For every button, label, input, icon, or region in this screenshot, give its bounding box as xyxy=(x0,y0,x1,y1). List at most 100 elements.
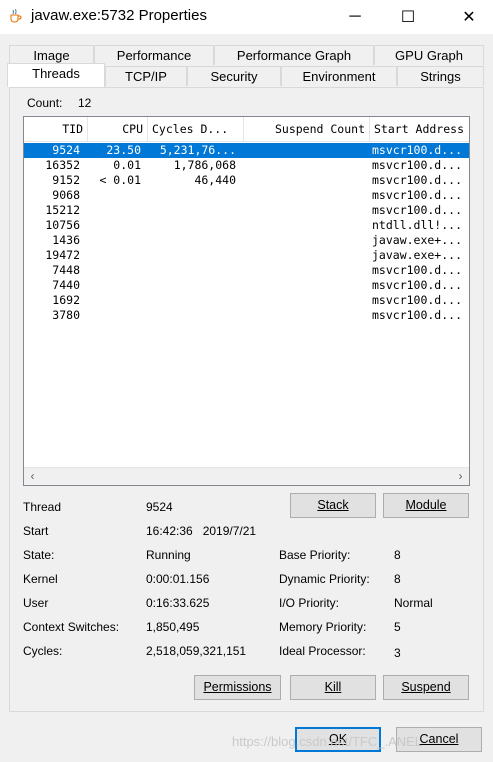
tab-strings[interactable]: Strings xyxy=(397,66,484,86)
state-label: State: xyxy=(23,548,55,562)
cell-cycles: 46,440 xyxy=(194,173,236,187)
cell-start-address: msvcr100.d... xyxy=(372,158,463,172)
cell-tid: 3780 xyxy=(52,308,80,322)
title-bar: javaw.exe:5732 Properties ─ ☐ ✕ xyxy=(0,0,493,34)
cell-tid: 19472 xyxy=(45,248,80,262)
cell-start-address: msvcr100.d... xyxy=(372,308,463,322)
tab-environment[interactable]: Environment xyxy=(281,66,397,86)
cell-cpu: 23.50 xyxy=(106,143,141,157)
column-header-start-address[interactable]: Start Address xyxy=(370,117,469,141)
java-cup-icon xyxy=(10,8,22,23)
table-row[interactable]: 16352 0.01 1,786,068 msvcr100.d... xyxy=(24,158,469,173)
table-row[interactable]: 9152 < 0.01 46,440 msvcr100.d... xyxy=(24,173,469,188)
table-row[interactable]: 7448 msvcr100.d... xyxy=(24,263,469,278)
cell-tid: 16352 xyxy=(45,158,80,172)
state-value: Running xyxy=(146,548,191,562)
cell-tid: 1692 xyxy=(52,293,80,307)
minimize-button[interactable]: ─ xyxy=(332,0,378,34)
module-button[interactable]: Module xyxy=(383,493,469,518)
tab-performance[interactable]: Performance xyxy=(94,45,214,65)
cell-tid: 9524 xyxy=(52,143,80,157)
dynamic-priority-value: 8 xyxy=(394,572,401,586)
cell-cpu: < 0.01 xyxy=(99,173,141,187)
kill-button-label: Kill xyxy=(324,680,342,694)
count-label: Count: xyxy=(27,96,63,110)
memory-priority-label: Memory Priority: xyxy=(279,620,367,634)
suspend-button[interactable]: Suspend xyxy=(383,675,469,700)
cell-tid: 10756 xyxy=(45,218,80,232)
list-header: TID ﹀ CPU Cycles D... Suspend Count Star… xyxy=(24,117,469,142)
cell-tid: 9152 xyxy=(52,173,80,187)
cell-tid: 7440 xyxy=(52,278,80,292)
ideal-processor-value: 3 xyxy=(394,646,401,660)
scroll-left-icon[interactable]: ‹ xyxy=(24,468,41,485)
cell-tid: 15212 xyxy=(45,203,80,217)
dynamic-priority-label: Dynamic Priority: xyxy=(279,572,370,586)
table-row[interactable]: 1692 msvcr100.d... xyxy=(24,293,469,308)
cell-start-address: msvcr100.d... xyxy=(372,278,463,292)
start-label: Start xyxy=(23,524,49,538)
table-row[interactable]: 19472 javaw.exe+... xyxy=(24,248,469,263)
suspend-button-label: Suspend xyxy=(401,680,451,694)
cycles-value: 2,518,059,321,151 xyxy=(146,644,247,658)
table-row[interactable]: 9524 23.50 5,231,76... msvcr100.d... xyxy=(24,143,469,158)
cell-start-address: msvcr100.d... xyxy=(372,263,463,277)
cell-start-address: ntdll.dll!... xyxy=(372,218,463,232)
ideal-processor-label: Ideal Processor: xyxy=(279,644,366,658)
tab-tcp-ip[interactable]: TCP/IP xyxy=(105,66,187,86)
memory-priority-value: 5 xyxy=(394,620,401,634)
cell-cycles: 1,786,068 xyxy=(173,158,236,172)
tab-gpu-graph[interactable]: GPU Graph xyxy=(374,45,484,65)
column-header-cpu-label: CPU xyxy=(122,122,143,136)
table-row[interactable]: 3780 msvcr100.d... xyxy=(24,308,469,323)
column-header-cycles[interactable]: Cycles D... xyxy=(148,117,244,141)
table-row[interactable]: 9068 msvcr100.d... xyxy=(24,188,469,203)
thread-value: 9524 xyxy=(146,500,173,514)
thread-list[interactable]: TID ﹀ CPU Cycles D... Suspend Count Star… xyxy=(23,116,470,486)
column-header-tid[interactable]: TID xyxy=(24,117,88,141)
cell-start-address: msvcr100.d... xyxy=(372,143,463,157)
io-priority-label: I/O Priority: xyxy=(279,596,340,610)
base-priority-label: Base Priority: xyxy=(279,548,351,562)
user-label: User xyxy=(23,596,49,610)
scroll-right-icon[interactable]: › xyxy=(452,468,469,485)
cell-tid: 1436 xyxy=(52,233,80,247)
table-row[interactable]: 1436 javaw.exe+... xyxy=(24,233,469,248)
column-header-cpu[interactable]: ﹀ CPU xyxy=(88,117,148,141)
cell-start-address: javaw.exe+... xyxy=(372,248,463,262)
base-priority-value: 8 xyxy=(394,548,401,562)
cell-start-address: msvcr100.d... xyxy=(372,203,463,217)
cell-start-address: msvcr100.d... xyxy=(372,293,463,307)
column-header-suspend-count[interactable]: Suspend Count xyxy=(244,117,370,141)
tab-image[interactable]: Image xyxy=(9,45,94,65)
cell-cycles: 5,231,76... xyxy=(159,143,236,157)
cell-start-address: msvcr100.d... xyxy=(372,188,463,202)
maximize-button[interactable]: ☐ xyxy=(385,0,431,34)
stack-button[interactable]: Stack xyxy=(290,493,376,518)
kernel-label: Kernel xyxy=(23,572,58,586)
permissions-button-label: Permissions xyxy=(203,680,272,694)
table-row[interactable]: 7440 msvcr100.d... xyxy=(24,278,469,293)
user-value: 0:16:33.625 xyxy=(146,596,210,610)
cell-start-address: msvcr100.d... xyxy=(372,173,463,187)
close-button[interactable]: ✕ xyxy=(446,0,492,34)
cycles-label: Cycles: xyxy=(23,644,63,658)
table-row[interactable]: 10756 ntdll.dll!... xyxy=(24,218,469,233)
thread-label: Thread xyxy=(23,500,62,514)
tab-performance-graph[interactable]: Performance Graph xyxy=(214,45,374,65)
horizontal-scrollbar[interactable]: ‹ › xyxy=(24,467,469,485)
count-value: 12 xyxy=(78,96,92,110)
cancel-button-label: Cancel xyxy=(419,732,459,746)
table-row[interactable]: 15212 msvcr100.d... xyxy=(24,203,469,218)
context-switches-label: Context Switches: xyxy=(23,620,120,634)
tab-security[interactable]: Security xyxy=(187,66,281,86)
kernel-value: 0:00:01.156 xyxy=(146,572,210,586)
start-value: 16:42:36 2019/7/21 xyxy=(146,524,257,538)
io-priority-value: Normal xyxy=(394,596,433,610)
tab-threads[interactable]: Threads xyxy=(7,63,105,87)
kill-button[interactable]: Kill xyxy=(290,675,376,700)
cell-tid: 7448 xyxy=(52,263,80,277)
context-switches-value: 1,850,495 xyxy=(146,620,200,634)
permissions-button[interactable]: Permissions xyxy=(194,675,281,700)
watermark: https://blog.csdn.net/TFC_.ANEL xyxy=(232,734,423,749)
